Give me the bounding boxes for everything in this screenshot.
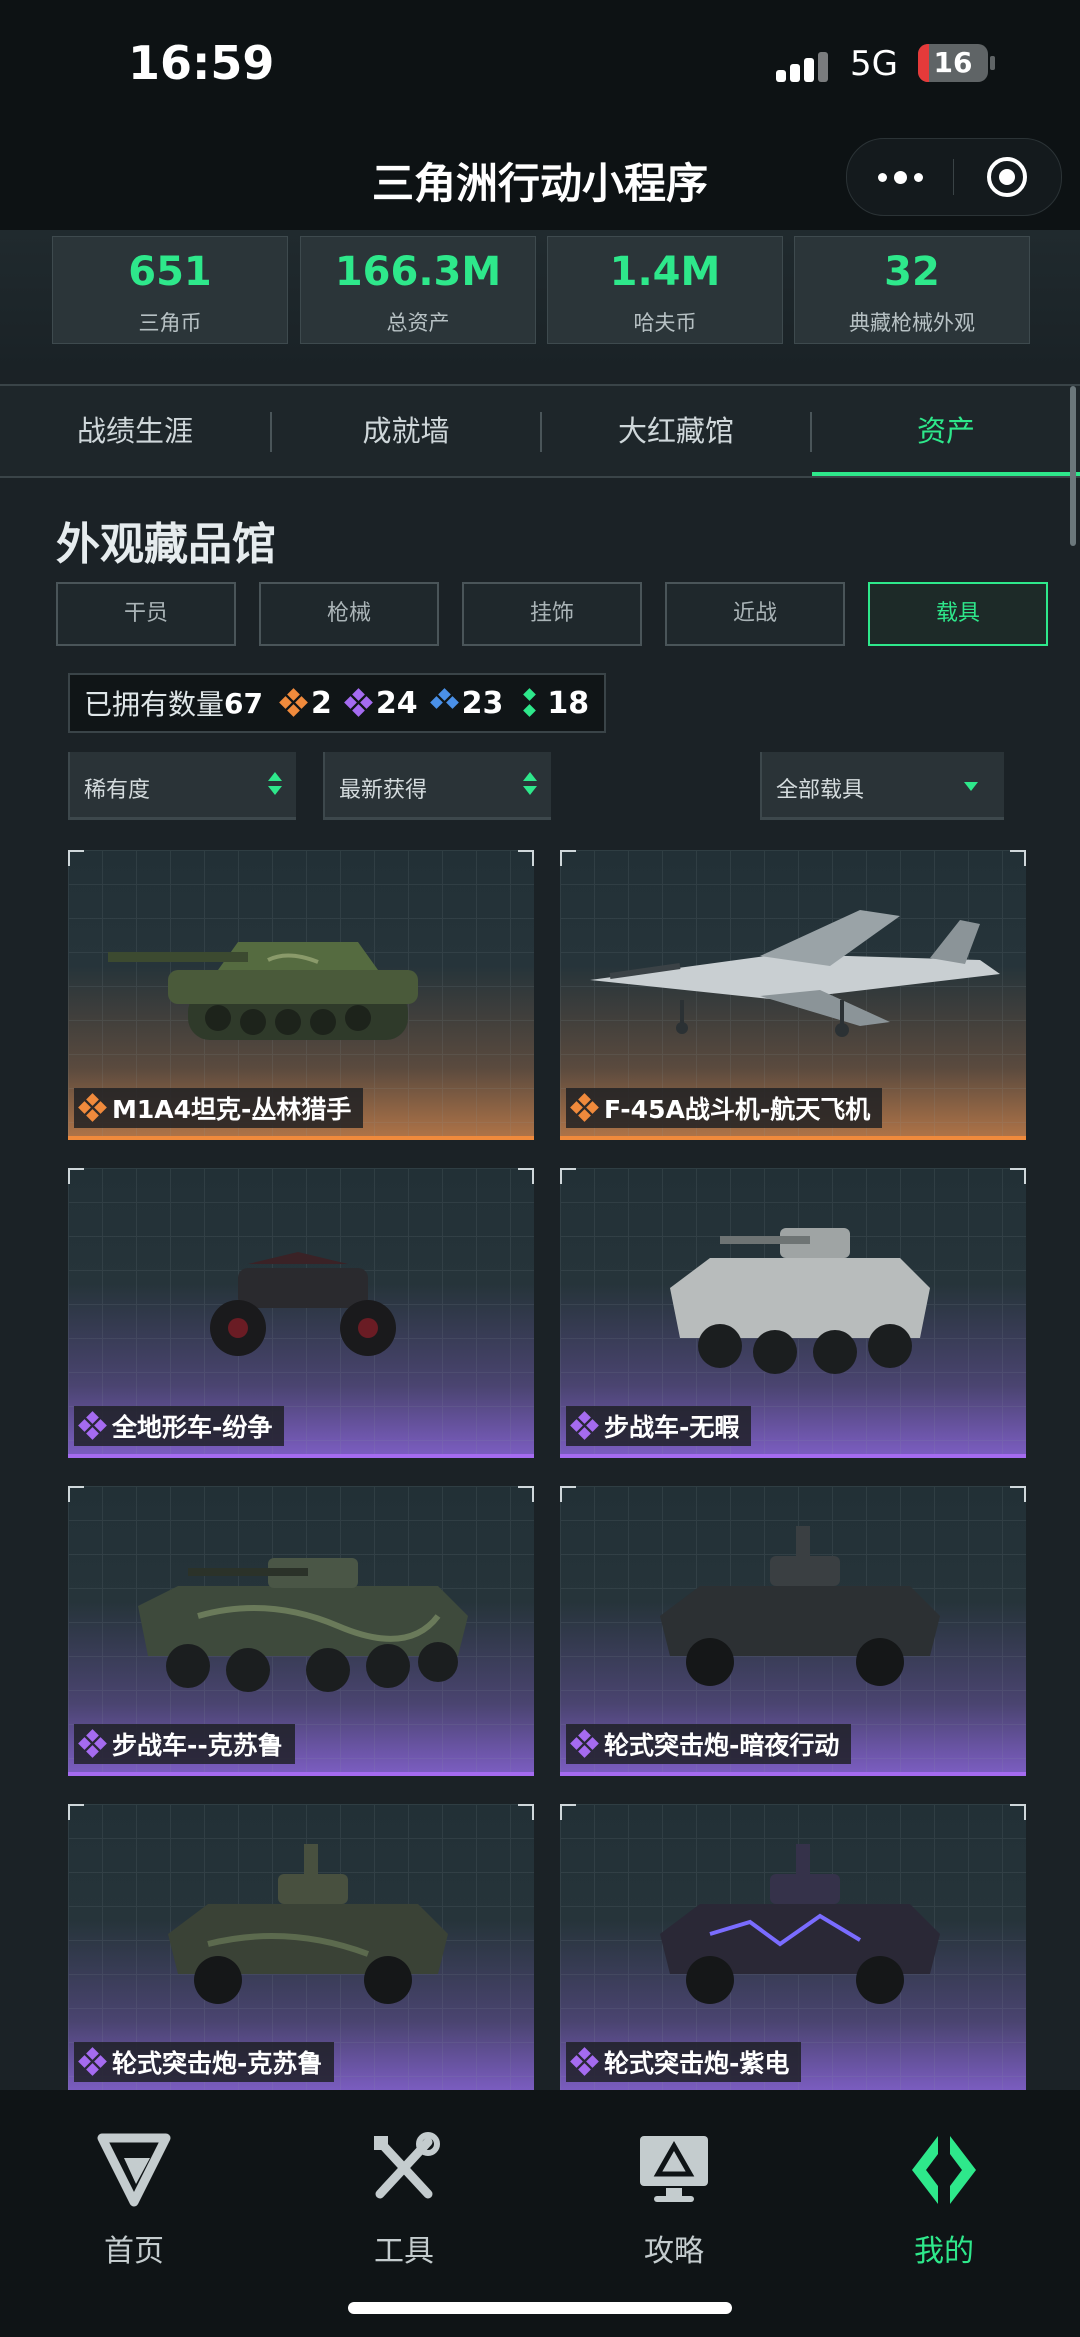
tabbar-guide[interactable]: 攻略	[594, 2130, 754, 2269]
rarity-green-count: 18	[517, 686, 589, 721]
owned-total: 67	[224, 686, 263, 720]
green-rarity-icon	[517, 688, 543, 717]
battery-icon: 16	[918, 44, 988, 82]
rarity-orange-count: 2	[279, 686, 332, 721]
vehicle-name-tag: 轮式突击炮-暗夜行动	[566, 1724, 852, 1764]
section-title: 外观藏品馆	[56, 519, 276, 570]
vehicle-card[interactable]: M1A4坦克-丛林猎手	[68, 850, 534, 1140]
category-charm[interactable]: 挂饰	[462, 582, 642, 646]
bottom-tab-bar: 首页 工具 攻略 我的	[0, 2090, 1080, 2337]
rarity-filter-dropdown[interactable]: 稀有度	[68, 752, 296, 820]
tab-assets[interactable]: 资产	[812, 386, 1080, 476]
network-type: 5G	[850, 44, 898, 84]
owned-count-bar: 已拥有数量 67 2 24 23 18	[68, 673, 606, 733]
sort-dropdown[interactable]: 最新获得	[323, 752, 551, 820]
category-vehicle[interactable]: 载具	[868, 582, 1048, 646]
owned-label: 已拥有数量	[84, 688, 225, 721]
vehicle-name: 轮式突击炮-紫电	[604, 2049, 790, 2078]
vehicle-card[interactable]: 轮式突击炮-克苏鲁	[68, 1804, 534, 2094]
asset-stats: 651 三角币 166.3M 总资产 1.4M 哈夫币 32 典藏枪械外观	[0, 230, 1080, 370]
tabbar-mine[interactable]: 我的	[864, 2130, 1024, 2269]
battery-level: 16	[933, 46, 973, 79]
stat-card: 166.3M 总资产	[300, 236, 536, 344]
rarity-icon	[570, 1729, 599, 1758]
more-icon[interactable]	[847, 139, 953, 215]
rarity-purple-count: 24	[343, 686, 418, 721]
stat-card: 1.4M 哈夫币	[547, 236, 783, 344]
stat-card: 32 典藏枪械外观	[794, 236, 1030, 344]
vehicle-card[interactable]: 轮式突击炮-紫电	[560, 1804, 1026, 2094]
status-bar: 16:59 5G 16	[0, 0, 1080, 130]
vehicle-name-tag: M1A4坦克-丛林猎手	[74, 1088, 364, 1128]
vehicle-name: M1A4坦克-丛林猎手	[112, 1095, 352, 1124]
mini-program-nav-bar: 三角洲行动小程序	[0, 130, 1080, 230]
stat-label: 三角币	[138, 311, 202, 335]
vehicle-type-dropdown[interactable]: 全部载具	[760, 752, 1004, 820]
vehicle-card[interactable]: 全地形车-纷争	[68, 1168, 534, 1458]
stat-value: 651	[128, 249, 212, 295]
category-operator[interactable]: 干员	[56, 582, 236, 646]
vehicle-name: 轮式突击炮-克苏鲁	[112, 2049, 323, 2078]
tools-icon	[374, 2132, 440, 2199]
stat-card: 651 三角币	[52, 236, 288, 344]
vehicle-name-tag: 步战车-无暇	[566, 1406, 752, 1446]
vehicle-name-tag: 轮式突击炮-紫电	[566, 2042, 802, 2082]
orange-rarity-icon	[279, 688, 308, 717]
rarity-icon	[78, 2047, 107, 2076]
tab-red-collection[interactable]: 大红藏馆	[542, 386, 810, 476]
profile-tabs: 战绩生涯 成就墙 大红藏馆 资产	[0, 384, 1080, 478]
monitor-guide-icon	[640, 2136, 708, 2202]
vehicle-card[interactable]: 步战车-无暇	[560, 1168, 1026, 1458]
sort-arrows-icon	[523, 772, 537, 798]
stat-label: 典藏枪械外观	[849, 311, 975, 335]
vehicle-name: 步战车--克苏鲁	[112, 1731, 283, 1760]
vehicle-card[interactable]: 步战车--克苏鲁	[68, 1486, 534, 1776]
vehicle-name-tag: 步战车--克苏鲁	[74, 1724, 295, 1764]
rarity-icon	[570, 1411, 599, 1440]
rarity-icon	[570, 2047, 599, 2076]
close-miniprogram-icon[interactable]	[987, 157, 1027, 197]
rarity-icon	[570, 1093, 599, 1122]
stat-value: 32	[884, 249, 940, 295]
vehicle-name: 全地形车-纷争	[112, 1413, 273, 1442]
vehicle-card[interactable]: F-45A战斗机-航天飞机	[560, 850, 1026, 1140]
vehicle-name: 轮式突击炮-暗夜行动	[604, 1731, 840, 1760]
vehicle-name: 步战车-无暇	[604, 1413, 740, 1442]
tab-achievements[interactable]: 成就墙	[272, 386, 540, 476]
active-tab-indicator	[812, 472, 1080, 476]
chevron-down-icon	[964, 782, 978, 791]
status-time: 16:59	[128, 36, 275, 90]
rarity-icon	[78, 1411, 107, 1440]
vehicle-name-tag: 轮式突击炮-克苏鲁	[74, 2042, 335, 2082]
tabbar-tools[interactable]: 工具	[324, 2130, 484, 2269]
rarity-icon	[78, 1729, 107, 1758]
dropdown-value: 最新获得	[339, 778, 428, 803]
dropdown-value: 稀有度	[84, 778, 151, 803]
vehicle-card[interactable]: 轮式突击炮-暗夜行动	[560, 1486, 1026, 1776]
capsule-menu	[846, 138, 1062, 216]
tabbar-home[interactable]: 首页	[54, 2130, 214, 2269]
rarity-icon	[78, 1093, 107, 1122]
stat-value: 1.4M	[609, 249, 721, 295]
stat-value: 166.3M	[334, 249, 502, 295]
home-indicator	[348, 2302, 732, 2314]
sort-arrows-icon	[268, 772, 282, 798]
dropdown-value: 全部载具	[776, 778, 865, 803]
signal-icon	[776, 46, 836, 82]
vehicle-name-tag: F-45A战斗机-航天飞机	[566, 1088, 883, 1128]
stat-label: 哈夫币	[633, 311, 697, 335]
rarity-blue-count: 23	[429, 686, 503, 721]
profile-diamond-icon	[912, 2136, 976, 2204]
vehicle-name-tag: 全地形车-纷争	[74, 1406, 285, 1446]
stat-label: 总资产	[386, 311, 450, 335]
category-firearm[interactable]: 枪械	[259, 582, 439, 646]
scrollbar[interactable]	[1070, 386, 1076, 546]
tab-career[interactable]: 战绩生涯	[0, 386, 270, 476]
category-melee[interactable]: 近战	[665, 582, 845, 646]
vehicle-name: F-45A战斗机-航天飞机	[604, 1095, 871, 1124]
blue-rarity-icon	[429, 688, 459, 716]
delta-logo-icon	[97, 2133, 171, 2207]
purple-rarity-icon	[343, 688, 373, 717]
